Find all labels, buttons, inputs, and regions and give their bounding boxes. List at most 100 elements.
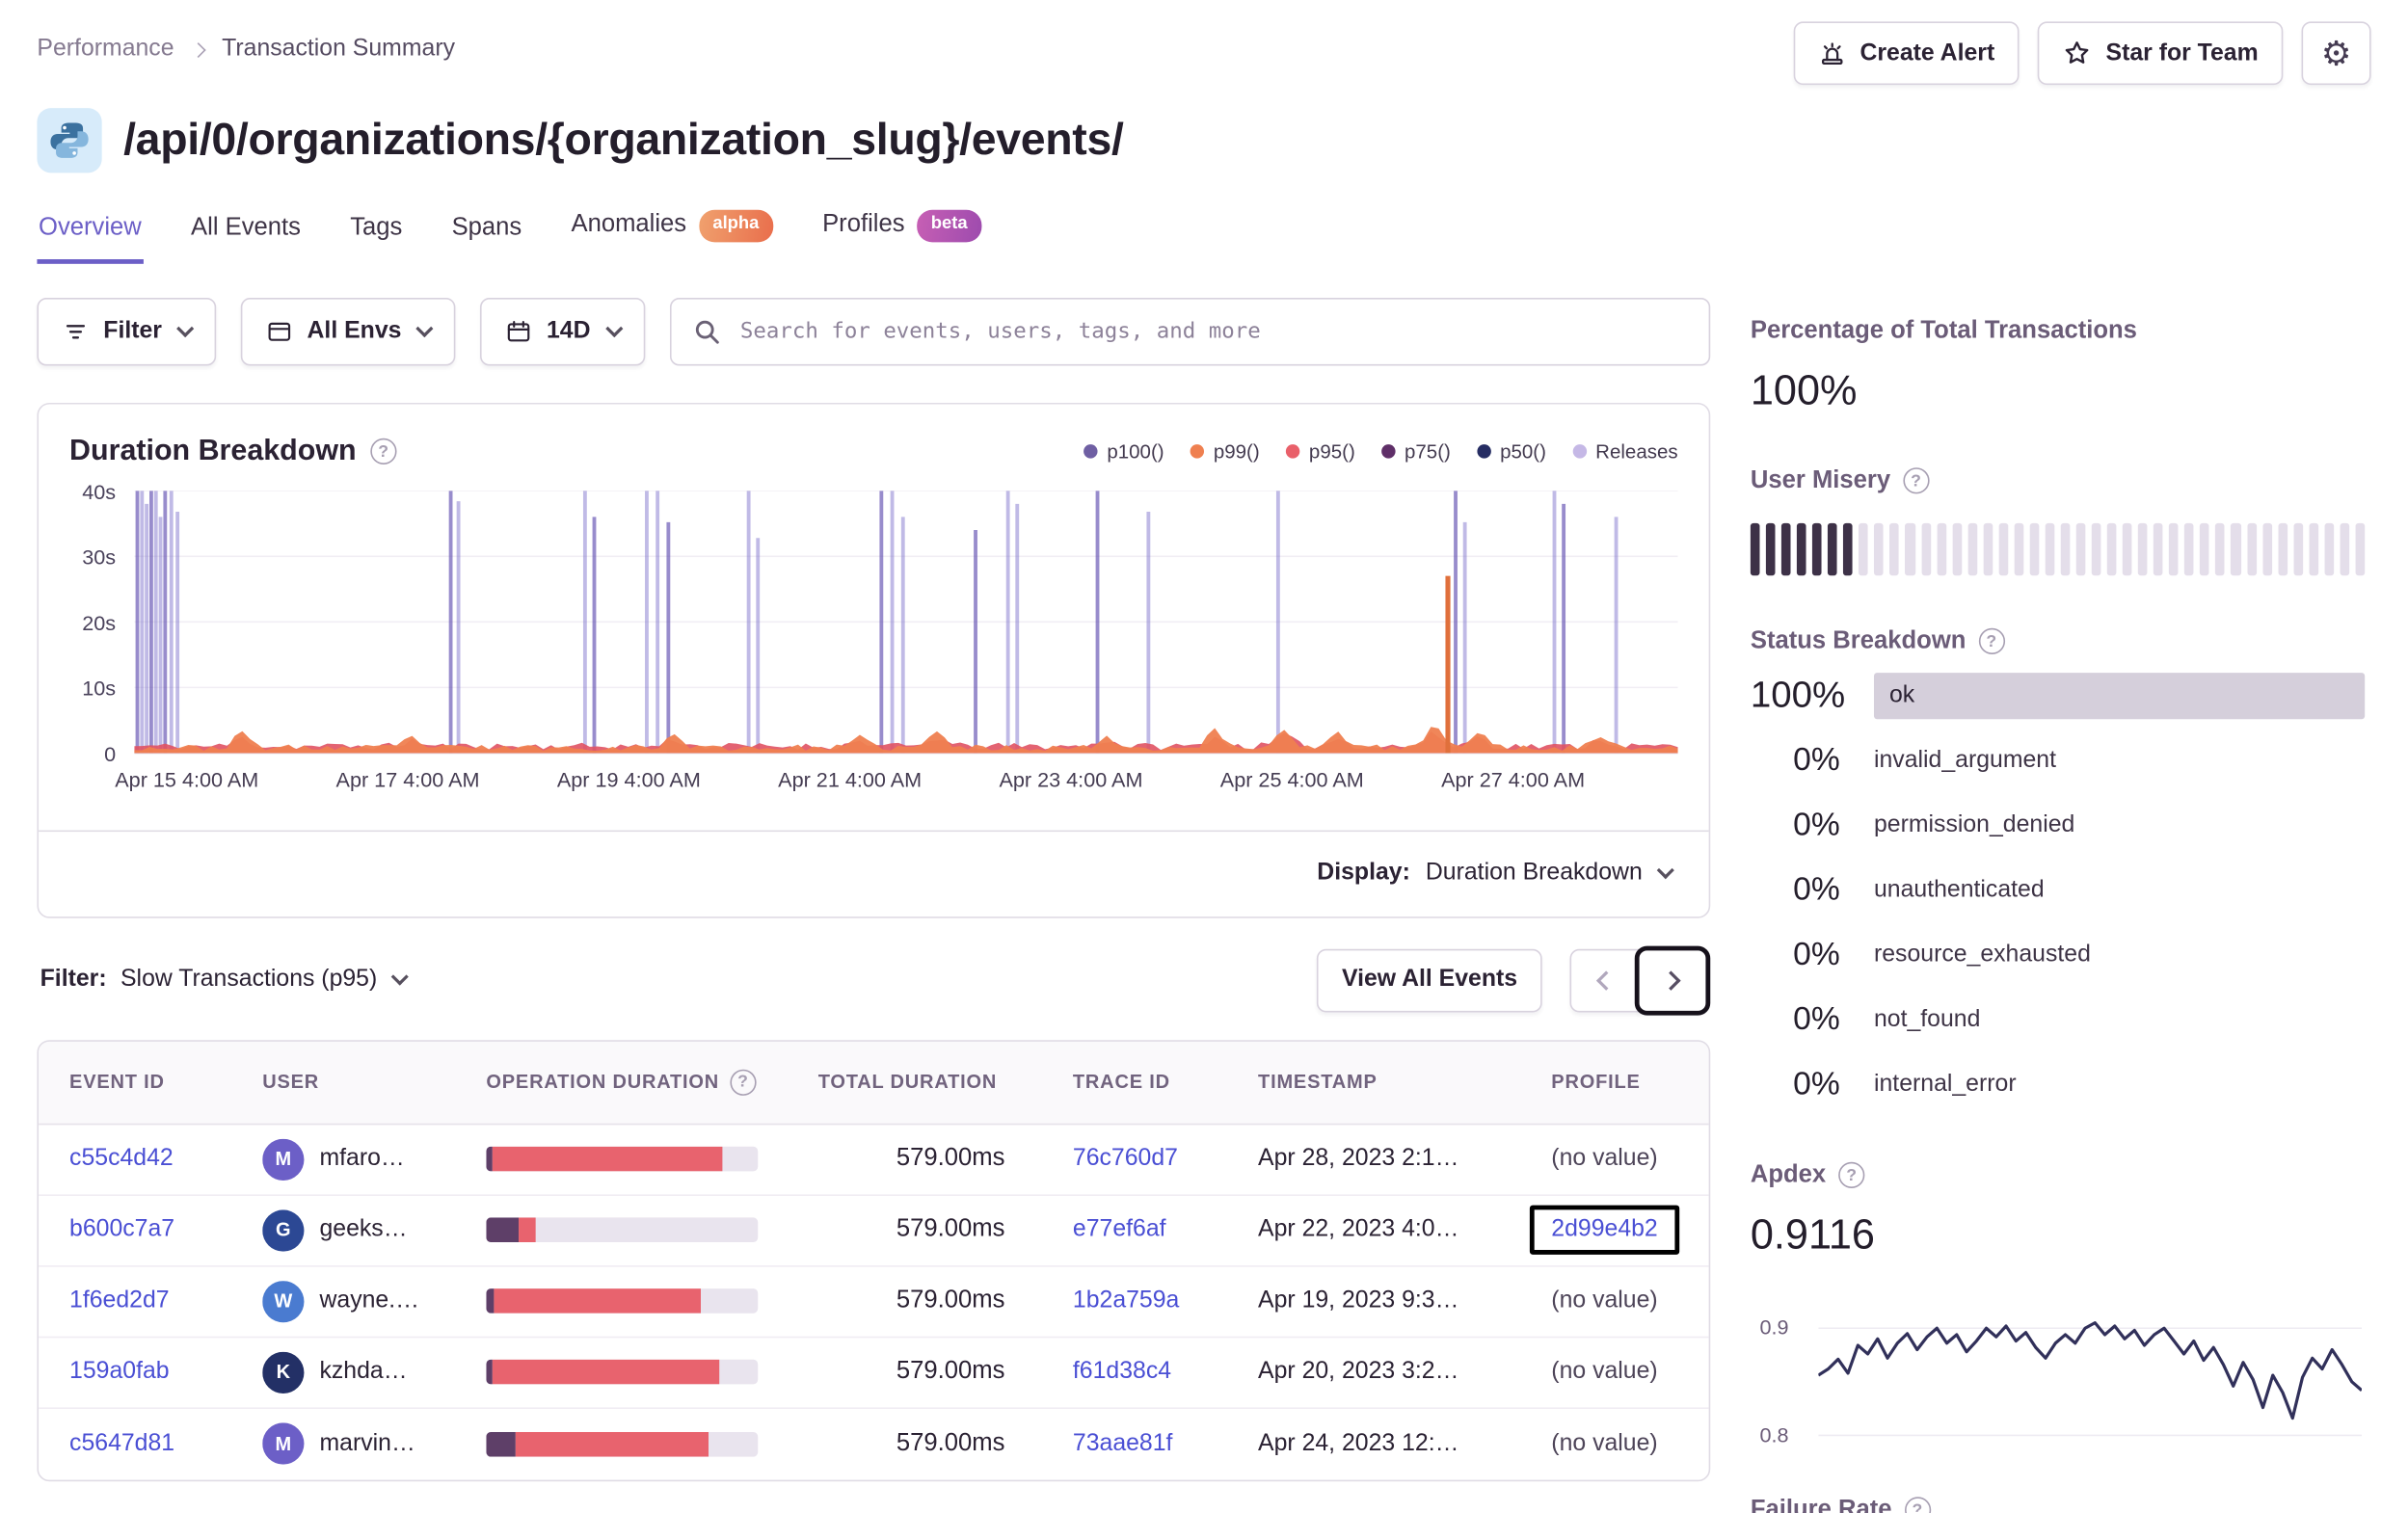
apdex-chart: 0.9 0.8: [1751, 1274, 2365, 1456]
misery-segment: [2122, 522, 2132, 575]
view-all-events-button[interactable]: View All Events: [1317, 947, 1542, 1012]
misery-segment: [2014, 522, 2024, 575]
tab-anomalies[interactable]: Anomalies alpha: [570, 209, 775, 263]
duration-breakdown-panel: Duration Breakdown ? p100() p99() p95() p75…: [37, 402, 1711, 917]
breadcrumb-current: Transaction Summary: [222, 35, 456, 63]
environment-dropdown-label: All Envs: [307, 317, 402, 344]
trace-id-link[interactable]: 76c760d7: [1073, 1145, 1178, 1171]
profile-cell: (no value): [1551, 1430, 1677, 1458]
star-for-team-button[interactable]: Star for Team: [2038, 21, 2284, 86]
help-icon[interactable]: ?: [730, 1068, 757, 1096]
tab-overview[interactable]: Overview: [37, 214, 144, 264]
breadcrumb-performance[interactable]: Performance: [37, 36, 174, 64]
operation-duration-bar: [486, 1146, 759, 1172]
events-filter-dropdown[interactable]: Filter: Slow Transactions (p95): [40, 957, 419, 1003]
view-all-events-label: View All Events: [1341, 966, 1518, 993]
profile-no-value: (no value): [1551, 1145, 1658, 1172]
duration-chart-plot[interactable]: [134, 489, 1678, 755]
bar-segment-purple: [486, 1217, 520, 1243]
tab-tags[interactable]: Tags: [349, 214, 404, 263]
misery-segment: [1797, 522, 1806, 575]
sidebar: Percentage of Total Transactions 100% Us…: [1750, 297, 2366, 1513]
timestamp-cell: Apr 19, 2023 9:3…: [1258, 1287, 1459, 1314]
misery-segment: [2060, 522, 2071, 575]
create-alert-label: Create Alert: [1860, 39, 1995, 66]
legend-dot: [1477, 444, 1491, 459]
legend-item-p100[interactable]: p100(): [1084, 439, 1164, 463]
legend-item-p99[interactable]: p99(): [1190, 439, 1260, 464]
legend-item-p50[interactable]: p50(): [1477, 439, 1546, 463]
help-icon[interactable]: ?: [370, 438, 397, 465]
legend-dot: [1285, 444, 1300, 459]
event-id-link[interactable]: 159a0fab: [69, 1358, 170, 1384]
user-name: kzhda…: [319, 1358, 408, 1385]
profile-id-link[interactable]: 2d99e4b2: [1551, 1216, 1657, 1242]
chart-footer: Display: Duration Breakdown: [39, 829, 1709, 916]
total-duration-cell: 579.00ms: [896, 1358, 1005, 1385]
x-axis: Apr 15 4:00 AM Apr 17 4:00 AM Apr 19 4:00 …: [39, 764, 1709, 810]
filter-dropdown[interactable]: Filter: [37, 297, 217, 365]
total-duration-cell: 579.00ms: [896, 1429, 1005, 1456]
settings-button[interactable]: ⚙: [2301, 21, 2371, 86]
column-header-trace-id: TRACE ID: [1073, 1071, 1258, 1092]
bar-segment-red: [492, 1359, 720, 1385]
profile-cell: (no value): [1551, 1145, 1677, 1173]
trace-id-link[interactable]: e77ef6af: [1073, 1216, 1166, 1242]
event-id-link[interactable]: 1f6ed2d7: [69, 1287, 170, 1313]
legend-label: p99(): [1213, 439, 1260, 464]
misery-segment: [1998, 522, 2008, 575]
help-icon[interactable]: ?: [1904, 1497, 1931, 1513]
tab-all-events[interactable]: All Events: [189, 214, 302, 263]
event-id-link[interactable]: c55c4d42: [69, 1145, 174, 1171]
legend-item-Releases[interactable]: Releases: [1572, 439, 1678, 464]
tab-label: Tags: [350, 213, 403, 241]
events-toolbar: Filter: Slow Transactions (p95) View All…: [37, 944, 1711, 1015]
legend-label: Releases: [1595, 439, 1678, 464]
status-label: not_found: [1873, 1005, 1981, 1032]
misery-segment: [2138, 522, 2148, 575]
search-input[interactable]: [736, 317, 1688, 345]
legend-item-p75[interactable]: p75(): [1380, 439, 1451, 463]
top-bar: Performance Transaction Summary Create A…: [37, 21, 2371, 86]
trace-id-link[interactable]: 1b2a759a: [1073, 1287, 1179, 1313]
title-row: /api/0/organizations/{organization_slug}…: [37, 108, 2370, 173]
event-id-link[interactable]: c5647d81: [69, 1430, 174, 1456]
help-icon[interactable]: ?: [1837, 1161, 1865, 1189]
status-row-internal_error: 0% internal_error: [1751, 1059, 2365, 1108]
column-header-label: EVENT ID: [69, 1071, 165, 1093]
date-range-dropdown[interactable]: 14D: [480, 297, 645, 365]
event-id-link[interactable]: b600c7a7: [69, 1216, 174, 1242]
help-icon[interactable]: ?: [1902, 467, 1930, 494]
help-icon[interactable]: ?: [1978, 627, 2005, 654]
status-row-ok: 100% ok: [1751, 671, 2366, 720]
misery-segment: [1967, 522, 1977, 575]
tab-spans[interactable]: Spans: [450, 214, 523, 263]
misery-segment: [2200, 522, 2210, 575]
misery-segment: [1889, 522, 1900, 575]
legend-item-p95[interactable]: p95(): [1285, 439, 1355, 463]
filter-icon: [62, 317, 90, 345]
user-name: marvin…: [319, 1429, 415, 1456]
y-tick: 40s: [82, 480, 117, 504]
status-bar-ok: ok: [1873, 672, 2366, 719]
next-page-button[interactable]: [1634, 944, 1711, 1015]
legend-label: p50(): [1500, 439, 1546, 464]
create-alert-button[interactable]: Create Alert: [1793, 21, 2020, 86]
trace-id-link[interactable]: 73aae81f: [1073, 1430, 1173, 1456]
tab-profiles[interactable]: Profiles beta: [820, 209, 982, 263]
timestamp-cell: Apr 24, 2023 12:…: [1258, 1429, 1459, 1456]
operation-duration-cell: [486, 1288, 817, 1314]
legend-label: p100(): [1107, 439, 1164, 464]
display-dropdown[interactable]: Duration Breakdown: [1413, 850, 1684, 896]
misery-segment: [1859, 522, 1869, 575]
misery-segment: [2261, 522, 2272, 575]
previous-page-button[interactable]: [1569, 947, 1640, 1012]
trace-id-link[interactable]: f61d38c4: [1073, 1358, 1171, 1384]
environment-dropdown[interactable]: All Envs: [240, 297, 456, 365]
user-name: wayne.…: [319, 1287, 419, 1314]
misery-segment: [2340, 522, 2349, 575]
x-tick: Apr 27 4:00 AM: [1441, 767, 1586, 791]
search-bar[interactable]: [669, 297, 1711, 365]
total-duration-cell: 579.00ms: [896, 1215, 1005, 1243]
avatar: K: [262, 1350, 305, 1394]
